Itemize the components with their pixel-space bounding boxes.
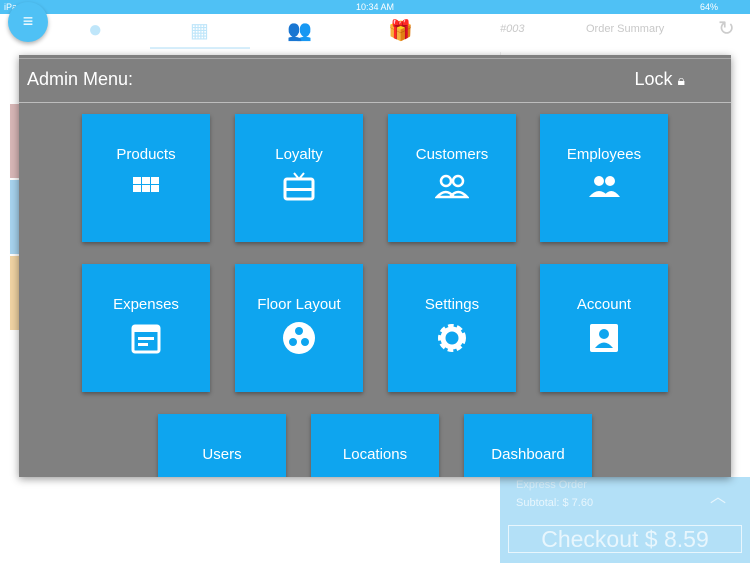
dialog-title: Admin Menu:: [27, 69, 134, 89]
tile-employees[interactable]: Employees: [540, 114, 668, 242]
tile-users[interactable]: Users: [158, 414, 286, 477]
tile-products[interactable]: Products: [82, 114, 210, 242]
tile-expenses[interactable]: Expenses: [82, 264, 210, 392]
tile-customers[interactable]: Customers: [388, 114, 516, 242]
subtotal: Subtotal: $ 7.60: [516, 497, 594, 509]
tile-floor-layout[interactable]: Floor Layout: [235, 264, 363, 392]
tile-label: Products: [116, 146, 176, 163]
account-box-icon: [590, 324, 618, 352]
menu-button[interactable]: ≡: [8, 2, 48, 42]
tile-account[interactable]: Account: [540, 264, 668, 392]
grid-icon: [133, 177, 159, 192]
checkout-footer: Express Order Subtotal: $ 7.60 ︿ Checkou…: [500, 477, 750, 563]
hamburger-icon: ≡: [22, 11, 34, 31]
admin-menu-dialog: Admin Menu: Lock 🔒︎ Products Loyalty Custo…: [19, 55, 731, 477]
order-summary-title: Order Summary: [586, 23, 665, 35]
express-order-label: Express Order: [516, 479, 587, 491]
order-number: #003: [500, 23, 525, 35]
clock: 10:34 AM: [356, 2, 395, 12]
tile-settings[interactable]: Settings: [388, 264, 516, 392]
calendar-note-icon: [131, 324, 161, 354]
tile-label: Floor Layout: [257, 296, 341, 313]
checkout-button[interactable]: Checkout $ 8.59: [508, 525, 742, 553]
top-bar: ● ▦ 👥 🎁 #003 Order Summary ↻: [0, 14, 750, 52]
dialog-header: Admin Menu: Lock 🔒︎: [19, 58, 731, 103]
tile-label: Expenses: [113, 296, 179, 313]
tile-loyalty[interactable]: Loyalty: [235, 114, 363, 242]
tile-label: Locations: [342, 446, 408, 463]
loyalty-tab-icon[interactable]: 🎁: [388, 18, 413, 43]
gear-icon: [438, 324, 466, 352]
dashboard-icon: [511, 471, 545, 477]
floor-layout-tab-icon[interactable]: ●: [88, 16, 103, 44]
tile-label: Account: [576, 296, 632, 313]
lock-label: Lock: [634, 69, 673, 89]
refresh-icon[interactable]: ↻: [718, 16, 735, 41]
lock-icon: 🔒︎: [677, 72, 685, 88]
location-icon: [358, 471, 392, 477]
people-icon: [589, 176, 620, 197]
tile-label: Loyalty: [275, 146, 323, 163]
tile-dashboard[interactable]: Dashboard: [464, 414, 592, 477]
chevron-up-icon[interactable]: ︿: [710, 483, 726, 507]
tile-label: Employees: [566, 146, 642, 163]
tile-label: Dashboard: [491, 446, 565, 463]
user-icon: [205, 471, 239, 477]
tile-label: Settings: [424, 296, 480, 313]
people-outline-icon: [435, 174, 469, 199]
tile-label: Users: [202, 446, 242, 463]
tile-label: Customers: [415, 146, 489, 163]
gift-card-icon: [283, 172, 315, 201]
status-bar: iPad 10:34 AM 64%: [0, 0, 750, 14]
floor-layout-icon: [283, 322, 315, 354]
active-tab-indicator: [150, 47, 250, 49]
products-tab-icon[interactable]: ▦: [190, 18, 209, 43]
tile-locations[interactable]: Locations: [311, 414, 439, 477]
battery-level: 64%: [700, 2, 719, 12]
customers-tab-icon[interactable]: 👥: [287, 18, 312, 43]
lock-button[interactable]: Lock 🔒︎: [635, 69, 686, 90]
